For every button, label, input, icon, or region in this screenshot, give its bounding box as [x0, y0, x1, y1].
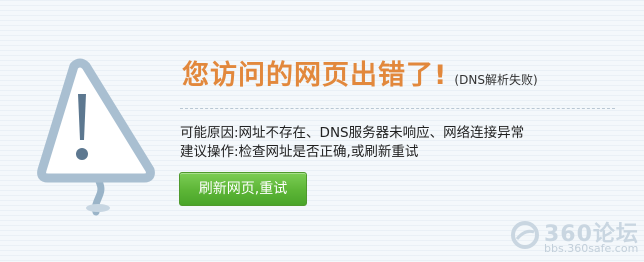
refresh-retry-button[interactable]: 刷新网页,重试 — [179, 172, 307, 206]
page-title: 您访问的网页出错了! — [182, 60, 448, 91]
suggestion-text: 建议操作:检查网址是否正确,或刷新重试 — [180, 144, 419, 160]
error-details: 可能原因:网址不存在、DNS服务器未响应、网络连接异常 建议操作:检查网址是否正… — [180, 124, 524, 162]
360-logo-icon — [510, 220, 540, 250]
error-type-label: (DNS解析失败) — [454, 73, 538, 87]
watermark: 360论坛 bbs.360safe.com — [508, 216, 638, 258]
possible-reason-text: 可能原因:网址不存在、DNS服务器未响应、网络连接异常 — [180, 125, 525, 141]
divider — [180, 108, 615, 109]
warning-triangle-icon — [34, 56, 174, 216]
watermark-url: bbs.360safe.com — [544, 242, 639, 255]
error-heading: 您访问的网页出错了! (DNS解析失败) — [182, 56, 622, 96]
